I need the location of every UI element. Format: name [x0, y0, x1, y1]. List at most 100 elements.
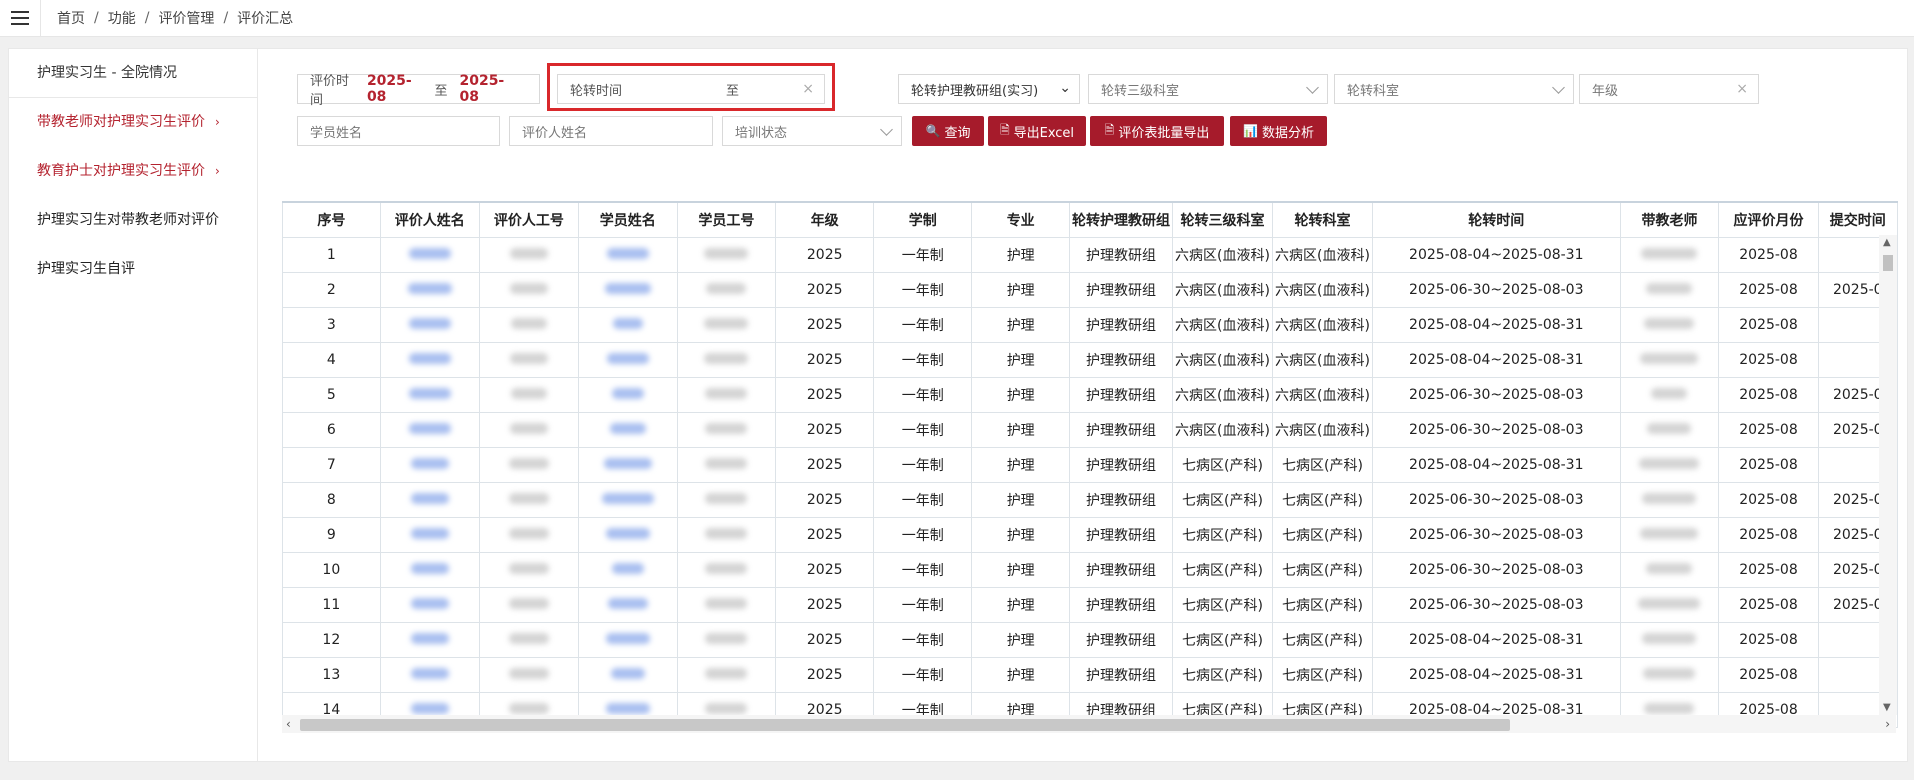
redacted-text: [611, 388, 644, 399]
redacted-text: [601, 493, 654, 504]
column-header[interactable]: 轮转科室: [1272, 201, 1373, 238]
grade-select[interactable]: 年级 ×: [1579, 74, 1759, 104]
horizontal-scrollbar[interactable]: ‹ ›: [282, 715, 1896, 733]
column-header[interactable]: 评价人姓名: [379, 201, 480, 238]
table-row[interactable]: 5 2025 一年制 护理 护理教研组 六病区(血液科) 六病区(血液科) 2025-06-3…: [282, 377, 1898, 413]
column-header[interactable]: 序号: [282, 201, 381, 238]
column-header[interactable]: 年级: [775, 201, 875, 238]
eval-time-range[interactable]: 评价时间 2025-08 至 2025-08: [297, 73, 540, 108]
horizontal-scroll-thumb[interactable]: [300, 719, 1510, 731]
table-row[interactable]: 7 2025 一年制 护理 护理教研组 七病区(产科) 七病区(产科) 2025-08-04~…: [282, 447, 1898, 483]
training-status-select[interactable]: 培训状态: [722, 116, 902, 146]
column-header[interactable]: 专业: [971, 201, 1071, 238]
table-row[interactable]: 8 2025 一年制 护理 护理教研组 七病区(产科) 七病区(产科) 2025-06-30~…: [282, 482, 1898, 518]
dept-select[interactable]: 轮转科室: [1334, 74, 1574, 104]
table-cell: 护理教研组: [1069, 657, 1174, 693]
batch-export-button[interactable]: 🗎 评价表批量导出: [1090, 116, 1224, 146]
vertical-scrollbar[interactable]: ▲ ▼: [1879, 235, 1897, 715]
redacted-text: [410, 703, 449, 714]
table-cell: 六病区(血液科): [1172, 307, 1274, 343]
column-header[interactable]: 学制: [873, 201, 973, 238]
table-cell: 六病区(血液科): [1172, 377, 1274, 413]
redacted-text: [410, 493, 449, 504]
table-cell: 11: [282, 587, 381, 623]
column-header[interactable]: 轮转三级科室: [1172, 201, 1274, 238]
eval-time-from[interactable]: 2025-08: [367, 73, 423, 105]
scroll-down-icon[interactable]: ▼: [1883, 702, 1891, 713]
clear-icon[interactable]: ×: [1736, 81, 1748, 97]
redacted-text: [509, 283, 548, 294]
table-row[interactable]: 4 2025 一年制 护理 护理教研组 六病区(血液科) 六病区(血液科) 2025-08-0…: [282, 342, 1898, 378]
table-row[interactable]: 6 2025 一年制 护理 护理教研组 六病区(血液科) 六病区(血液科) 2025-06-3…: [282, 412, 1898, 448]
table-cell: 2025-06-30~2025-08-03: [1372, 272, 1621, 308]
redacted-cell: [379, 552, 480, 588]
redacted-cell: [379, 342, 480, 378]
dept3-select[interactable]: 轮转三级科室: [1088, 74, 1328, 104]
export-excel-button[interactable]: 🗎 导出Excel: [988, 116, 1086, 146]
table-cell: 2025: [775, 342, 875, 378]
table-row[interactable]: 9 2025 一年制 护理 护理教研组 七病区(产科) 七病区(产科) 2025-06-30~…: [282, 517, 1898, 553]
column-header[interactable]: 轮转时间: [1372, 201, 1621, 238]
table-cell: 2025: [775, 307, 875, 343]
table-row[interactable]: 10 2025 一年制 护理 护理教研组 七病区(产科) 七病区(产科) 2025-06-30…: [282, 552, 1898, 588]
redacted-text: [508, 493, 549, 504]
breadcrumb-separator: /: [94, 10, 99, 26]
redacted-cell: [478, 552, 579, 588]
redacted-text: [605, 528, 650, 539]
query-button[interactable]: 🔍 查询: [912, 116, 984, 146]
redacted-text: [606, 353, 649, 364]
redacted-text: [705, 668, 748, 679]
table-row[interactable]: 11 2025 一年制 护理 护理教研组 七病区(产科) 七病区(产科) 2025-06-30…: [282, 587, 1898, 623]
table-cell: 一年制: [873, 552, 973, 588]
table-row[interactable]: 2 2025 一年制 护理 护理教研组 六病区(血液科) 六病区(血液科) 2025-06-3…: [282, 272, 1898, 308]
data-analysis-button[interactable]: 📊 数据分析: [1230, 116, 1327, 146]
table-cell: 2025-08: [1718, 482, 1819, 518]
breadcrumb-home[interactable]: 首页: [57, 8, 85, 28]
table-row[interactable]: 12 2025 一年制 护理 护理教研组 七病区(产科) 七病区(产科) 2025-08-04…: [282, 622, 1898, 658]
redacted-cell: [379, 307, 480, 343]
group-select-value: 轮转护理教研组(实习): [911, 83, 1039, 99]
column-header[interactable]: 评价人工号: [478, 201, 579, 238]
redacted-cell: [478, 237, 579, 273]
column-header[interactable]: 带教老师: [1619, 201, 1720, 238]
table-cell: 护理: [971, 237, 1071, 273]
table-row[interactable]: 13 2025 一年制 护理 护理教研组 七病区(产科) 七病区(产科) 2025-08-04…: [282, 657, 1898, 693]
redacted-text: [1644, 703, 1695, 714]
breadcrumb-func[interactable]: 功能: [108, 8, 136, 28]
column-header[interactable]: 提交时间: [1817, 201, 1898, 238]
sidebar-item-teacher-eval[interactable]: 带教老师对护理实习生评价 ›: [9, 98, 257, 147]
table-row[interactable]: 3 2025 一年制 护理 护理教研组 六病区(血液科) 六病区(血液科) 2025-08-0…: [282, 307, 1898, 343]
redacted-cell: [379, 272, 480, 308]
redacted-text: [408, 353, 451, 364]
menu-toggle-button[interactable]: [0, 0, 41, 36]
vertical-scroll-thumb[interactable]: [1883, 255, 1893, 271]
redacted-text: [508, 703, 549, 714]
scroll-left-icon[interactable]: ‹: [286, 717, 291, 731]
scroll-up-icon[interactable]: ▲: [1883, 237, 1891, 248]
breadcrumb-manage[interactable]: 评价管理: [158, 8, 214, 28]
sidebar-item-intern-eval-teacher[interactable]: 护理实习生对带教老师对评价: [9, 196, 257, 245]
sidebar-item-nurse-eval[interactable]: 教育护士对护理实习生评价 ›: [9, 147, 257, 196]
sidebar-item-self-eval[interactable]: 护理实习生自评: [9, 245, 257, 294]
table-cell: 2025-08-04~2025-08-31: [1372, 307, 1621, 343]
table-cell: 护理教研组: [1069, 412, 1174, 448]
column-header[interactable]: 轮转护理教研组: [1069, 201, 1174, 238]
group-select[interactable]: 轮转护理教研组(实习) ⌄: [898, 74, 1080, 104]
evaluator-name-input[interactable]: 评价人姓名: [509, 116, 713, 146]
redacted-text: [705, 423, 748, 434]
student-name-input[interactable]: 学员姓名: [297, 116, 500, 146]
redacted-cell: [1619, 482, 1720, 518]
table-cell: 七病区(产科): [1172, 517, 1274, 553]
redacted-text: [408, 248, 451, 259]
table-row[interactable]: 1 2025 一年制 护理 护理教研组 六病区(血液科) 六病区(血液科) 2025-08-0…: [282, 237, 1898, 273]
scroll-right-icon[interactable]: ›: [1885, 717, 1890, 731]
column-header[interactable]: 应评价月份: [1718, 201, 1819, 238]
redacted-cell: [676, 342, 777, 378]
redacted-cell: [577, 237, 678, 273]
redacted-text: [1651, 388, 1688, 399]
redacted-cell: [676, 552, 777, 588]
table-cell: 2025-06-30~2025-08-03: [1372, 377, 1621, 413]
column-header[interactable]: 学员姓名: [577, 201, 678, 238]
eval-time-to[interactable]: 2025-08: [459, 73, 515, 105]
column-header[interactable]: 学员工号: [676, 201, 777, 238]
